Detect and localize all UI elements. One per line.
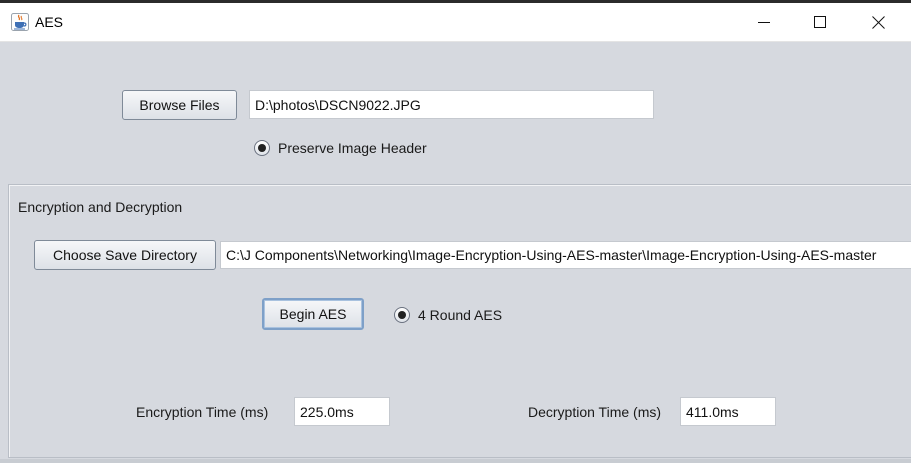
decryption-time-label: Decryption Time (ms) [528,404,662,420]
minimize-icon [758,22,770,23]
four-round-aes-label: 4 Round AES [418,307,503,323]
encryption-time-label: Encryption Time (ms) [136,404,269,420]
file-path-field[interactable]: D:\photos\DSCN9022.JPG [249,90,654,119]
close-icon [871,15,885,29]
preserve-header-radio[interactable]: Preserve Image Header [254,140,427,156]
close-button[interactable] [849,3,907,41]
maximize-icon [814,16,826,28]
encryption-panel-title: Encryption and Decryption [18,199,183,215]
choose-save-directory-button[interactable]: Choose Save Directory [34,240,216,270]
title-bar[interactable]: AES [0,3,911,42]
encryption-time-field[interactable]: 225.0ms [294,397,390,426]
preserve-header-label: Preserve Image Header [278,140,427,156]
main-content: Browse Files D:\photos\DSCN9022.JPG Pres… [0,42,911,463]
minimize-button[interactable] [735,3,793,41]
maximize-button[interactable] [791,3,849,41]
four-round-aes-radio-indicator[interactable] [394,307,410,323]
save-directory-field[interactable]: C:\J Components\Networking\Image-Encrypt… [220,241,911,269]
decryption-time-field[interactable]: 411.0ms [680,397,776,426]
window-bottom-edge [0,459,911,463]
window-title: AES [35,14,64,30]
browse-files-button[interactable]: Browse Files [122,90,237,120]
preserve-header-radio-indicator[interactable] [254,140,270,156]
begin-aes-button[interactable]: Begin AES [262,298,364,330]
four-round-aes-radio[interactable]: 4 Round AES [394,307,502,323]
java-cup-icon [11,13,29,31]
